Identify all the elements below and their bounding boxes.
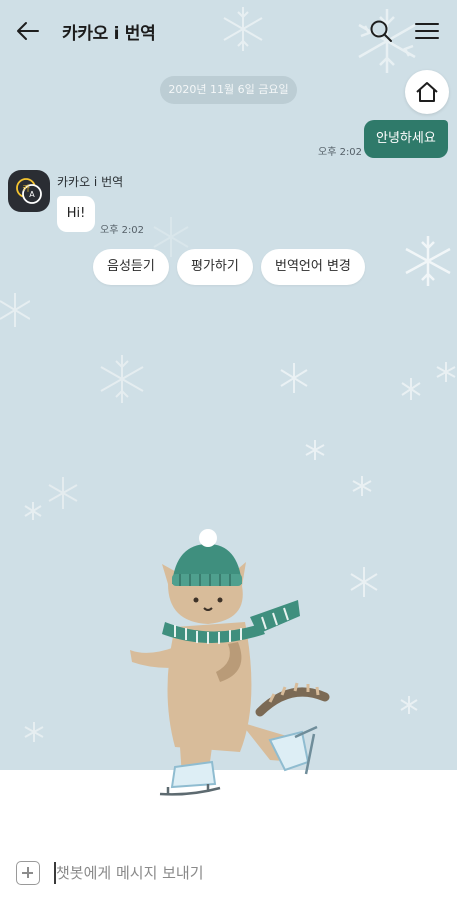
plus-square-icon[interactable] [16,861,40,885]
received-message-time: 오후 2:02 [100,225,145,236]
translate-logo-icon: 카 A [16,178,42,204]
home-button[interactable] [405,70,449,114]
bot-avatar[interactable]: 카 A [8,170,50,212]
page-title: 카카오 i 번역 [62,24,156,44]
home-icon [416,82,438,102]
snowflake-decoration [436,362,456,382]
sent-message-bubble[interactable]: 안녕하세요 [364,120,448,158]
chat-screen: 카카오 i 번역 2020년 11월 6일 금요일 오후 2:02 안녕하세요 … [0,0,457,900]
search-icon [370,20,392,42]
date-divider: 2020년 11월 6일 금요일 [160,76,297,104]
snowflake-decoration [0,293,30,327]
menu-button[interactable] [413,18,441,44]
snowflake-decoration [24,502,42,520]
message-input[interactable] [56,860,436,886]
received-message-bubble[interactable]: Hi! [57,196,95,232]
snowflake-decoration [100,355,144,403]
snowflake-decoration [24,722,44,742]
snowflake-decoration [280,363,308,393]
snowflake-decoration [352,476,372,496]
app-header: 카카오 i 번역 [0,0,457,62]
skating-cat-illustration [130,529,330,796]
message-composer [0,848,457,900]
back-button[interactable] [14,17,42,45]
arrow-left-icon [17,22,39,40]
snowflake-decoration [48,477,78,509]
snowflake-decoration [405,236,451,286]
bot-name: 카카오 i 번역 [57,175,124,189]
snowflake-decoration [400,696,418,714]
quick-reply-listen-button[interactable]: 음성듣기 [93,249,169,285]
snowflake-decoration [401,378,421,400]
snowflake-decoration [350,567,378,597]
snowflake-decoration [305,440,325,460]
avatar-char-a: A [29,190,35,199]
hamburger-menu-icon [415,23,439,39]
sent-message-time: 오후 2:02 [318,147,363,158]
quick-reply-change-language-button[interactable]: 번역언어 변경 [261,249,365,285]
search-button[interactable] [368,18,394,44]
quick-reply-rate-button[interactable]: 평가하기 [177,249,253,285]
